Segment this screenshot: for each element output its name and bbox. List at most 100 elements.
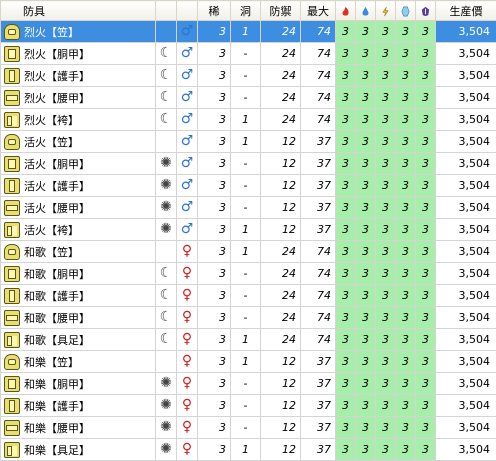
table-row[interactable]: 和歌【笠】 ♀ 3 1 24 74 33333 3,504 <box>1 241 496 263</box>
resistance-cell: 3 <box>396 263 416 285</box>
column-header-slots[interactable]: 洞 <box>231 1 261 21</box>
gender-cell: ♀ <box>177 307 198 329</box>
resistance-cell: 3 <box>376 285 396 307</box>
gender-cell: ♀ <box>177 373 198 395</box>
resistance-cell: 3 <box>376 307 396 329</box>
resistance-cell: 3 <box>416 21 436 43</box>
claw-skill-icon: ☾ <box>156 109 176 130</box>
max-defense-cell: 74 <box>301 241 336 263</box>
table-row[interactable]: 和樂【具足】 ✺ ♀ 3 1 12 37 33333 3,504 <box>1 439 496 461</box>
resistance-cell: 3 <box>416 373 436 395</box>
armor-name-cell: 和樂【腰甲】 <box>1 417 156 439</box>
resistance-cell: 3 <box>336 439 356 461</box>
resistance-cell: 3 <box>416 43 436 65</box>
gear-skill-icon: ✺ <box>156 373 176 394</box>
armor-name-cell: 活火【腰甲】 <box>1 197 156 219</box>
resistance-cell: 3 <box>336 175 356 197</box>
table-row[interactable]: 和樂【笠】 ♀ 3 1 12 37 33333 3,504 <box>1 351 496 373</box>
gender-cell: ♀ <box>177 439 198 461</box>
column-header-max[interactable]: 最大 <box>301 1 336 21</box>
body-armor-icon <box>4 46 20 62</box>
column-header-dragon[interactable] <box>416 1 436 21</box>
armor-name-cell: 烈火【護手】 <box>1 65 156 87</box>
resistance-cell: 3 <box>356 417 376 439</box>
gender-cell: ♀ <box>177 263 198 285</box>
table-row[interactable]: 烈火【胴甲】 ☾ ♂ 3 - 24 74 33333 3,504 <box>1 43 496 65</box>
table-row[interactable]: 活火【腰甲】 ✺ ♂ 3 - 12 37 33333 3,504 <box>1 197 496 219</box>
gender-cell: ♀ <box>177 285 198 307</box>
gender-cell: ♀ <box>177 329 198 351</box>
armor-name: 和樂【腰甲】 <box>24 420 90 436</box>
claw-skill-icon: ☾ <box>156 285 176 306</box>
female-icon: ♀ <box>177 351 197 372</box>
table-row[interactable]: 和樂【護手】 ✺ ♀ 3 - 12 37 33333 3,504 <box>1 395 496 417</box>
table-row[interactable]: 烈火【腰甲】 ☾ ♂ 3 - 24 74 33333 3,504 <box>1 87 496 109</box>
slots-cell: 1 <box>231 439 261 461</box>
table-row[interactable]: 活火【袴】 ✺ ♂ 3 1 12 37 33333 3,504 <box>1 219 496 241</box>
column-header-thunder[interactable] <box>376 1 396 21</box>
resistance-cell: 3 <box>356 307 376 329</box>
table-row[interactable]: 活火【胴甲】 ✺ ♂ 3 - 12 37 33333 3,504 <box>1 153 496 175</box>
male-icon: ♂ <box>177 87 197 108</box>
table-row[interactable]: 和歌【胴甲】 ☾ ♀ 3 - 24 74 33333 3,504 <box>1 263 496 285</box>
column-header-name[interactable]: 防具 <box>1 1 156 21</box>
resistance-cell: 3 <box>416 351 436 373</box>
column-header-skill[interactable] <box>156 1 177 21</box>
max-defense-cell: 37 <box>301 175 336 197</box>
max-defense-cell: 74 <box>301 307 336 329</box>
armor-name: 烈火【袴】 <box>24 112 79 128</box>
table-row[interactable]: 烈火【護手】 ☾ ♂ 3 - 24 74 33333 3,504 <box>1 65 496 87</box>
slots-cell: 1 <box>231 241 261 263</box>
resistance-cell: 3 <box>376 43 396 65</box>
resistance-cell: 3 <box>376 87 396 109</box>
column-header-fire[interactable] <box>336 1 356 21</box>
rarity-cell: 3 <box>198 109 231 131</box>
resistance-cell: 3 <box>396 43 416 65</box>
table-row[interactable]: 和歌【護手】 ☾ ♀ 3 - 24 74 33333 3,504 <box>1 285 496 307</box>
max-defense-cell: 74 <box>301 329 336 351</box>
resistance-cell: 3 <box>396 21 416 43</box>
price-cell: 3,504 <box>436 285 496 307</box>
table-row[interactable]: 和歌【具足】 ☾ ♀ 3 1 24 74 33333 3,504 <box>1 329 496 351</box>
armor-name-cell: 和歌【腰甲】 <box>1 307 156 329</box>
column-header-gender[interactable] <box>177 1 198 21</box>
resistance-cell: 3 <box>376 263 396 285</box>
table-row[interactable]: 和歌【腰甲】 ☾ ♀ 3 - 24 74 33333 3,504 <box>1 307 496 329</box>
armor-name: 和歌【腰甲】 <box>24 310 90 326</box>
water-resistance-icon <box>360 6 371 17</box>
female-icon: ♀ <box>177 395 197 416</box>
resistance-cell: 3 <box>376 175 396 197</box>
max-defense-cell: 74 <box>301 21 336 43</box>
table-row[interactable]: 和樂【腰甲】 ✺ ♀ 3 - 12 37 33333 3,504 <box>1 417 496 439</box>
table-header-row: 防具 稀 洞 防禦 最大 生産價 <box>1 1 496 21</box>
resistance-cell: 3 <box>356 439 376 461</box>
slots-cell: 1 <box>231 21 261 43</box>
slots-cell: - <box>231 65 261 87</box>
waist-armor-icon <box>4 90 20 106</box>
rarity-cell: 3 <box>198 307 231 329</box>
table-row[interactable]: 烈火【笠】 ♂ 3 1 24 74 33333 3,504 <box>1 21 496 43</box>
male-icon: ♂ <box>177 21 197 42</box>
column-header-defense[interactable]: 防禦 <box>261 1 301 21</box>
column-header-water[interactable] <box>356 1 376 21</box>
price-cell: 3,504 <box>436 131 496 153</box>
column-header-rarity[interactable]: 稀 <box>198 1 231 21</box>
table-row[interactable]: 活火【護手】 ✺ ♂ 3 - 12 37 33333 3,504 <box>1 175 496 197</box>
defense-cell: 24 <box>261 109 301 131</box>
skill-cell: ✺ <box>156 395 177 417</box>
slots-cell: - <box>231 87 261 109</box>
table-row[interactable]: 烈火【袴】 ☾ ♂ 3 1 24 74 33333 3,504 <box>1 109 496 131</box>
resistance-cell: 3 <box>416 285 436 307</box>
column-header-ice[interactable] <box>396 1 416 21</box>
max-defense-cell: 37 <box>301 417 336 439</box>
slots-cell: - <box>231 285 261 307</box>
resistance-cell: 3 <box>396 241 416 263</box>
skill-cell: ✺ <box>156 439 177 461</box>
leg-armor-icon <box>4 332 20 348</box>
price-cell: 3,504 <box>436 417 496 439</box>
armor-name-cell: 和樂【護手】 <box>1 395 156 417</box>
table-row[interactable]: 活火【笠】 ♂ 3 1 12 37 33333 3,504 <box>1 131 496 153</box>
max-defense-cell: 37 <box>301 351 336 373</box>
column-header-price[interactable]: 生産價 <box>436 1 496 21</box>
table-row[interactable]: 和樂【胴甲】 ✺ ♀ 3 - 12 37 33333 3,504 <box>1 373 496 395</box>
